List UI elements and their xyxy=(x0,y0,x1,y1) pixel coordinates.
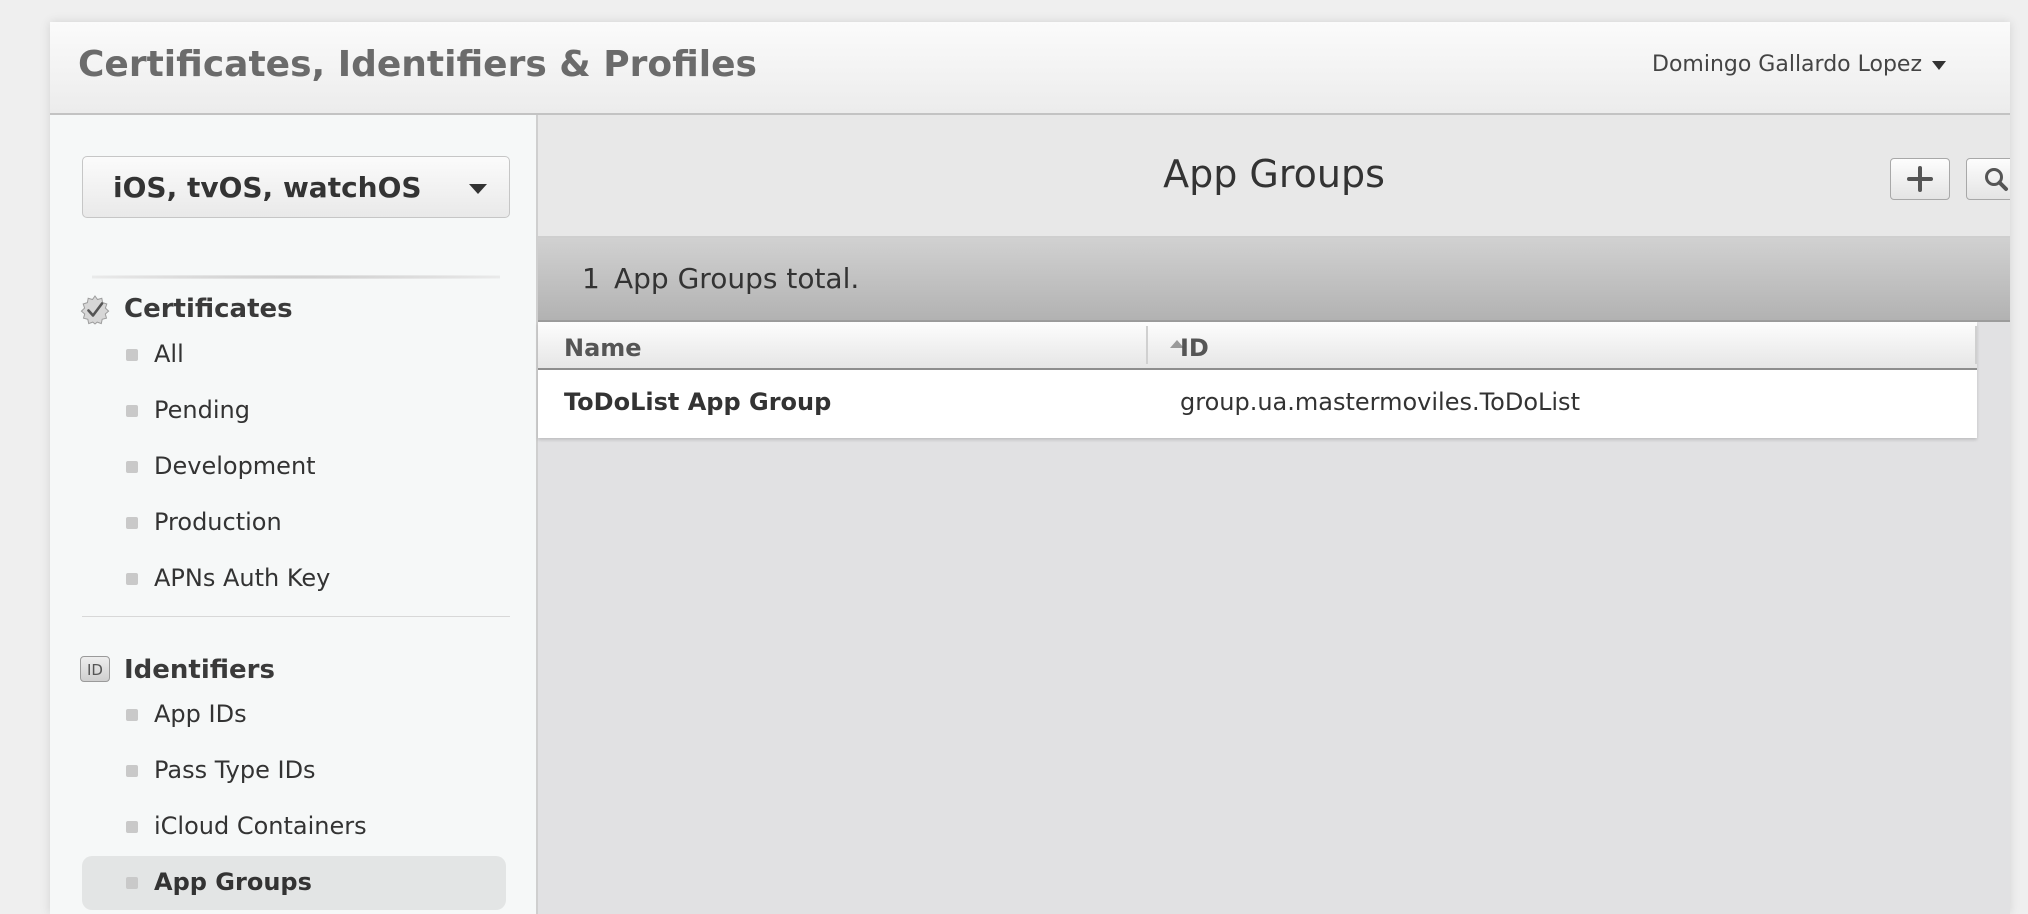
bullet-icon xyxy=(126,573,138,585)
sidebar-item-label: App IDs xyxy=(154,700,247,728)
page-title: App Groups xyxy=(1163,152,1385,196)
bullet-icon xyxy=(126,461,138,473)
bullet-icon xyxy=(126,821,138,833)
bullet-icon xyxy=(126,877,138,889)
total-bar: 1 App Groups total. xyxy=(538,238,2010,322)
total-count: 1 xyxy=(582,262,600,295)
platform-dropdown[interactable]: iOS, tvOS, watchOS xyxy=(82,156,510,218)
divider xyxy=(82,616,510,617)
bullet-icon xyxy=(126,709,138,721)
app-group-id: group.ua.mastermoviles.ToDoList xyxy=(1180,388,1580,416)
sidebar-item-apns-auth-key[interactable]: APNs Auth Key xyxy=(82,552,506,606)
sidebar-item-label: Pass Type IDs xyxy=(154,756,316,784)
bullet-icon xyxy=(126,349,138,361)
sidebar-item-label: APNs Auth Key xyxy=(154,564,331,592)
user-name: Domingo Gallardo Lopez xyxy=(1652,52,1922,77)
section-label-certificates: Certificates xyxy=(124,294,293,324)
sidebar-item-label: Production xyxy=(154,508,282,536)
caret-down-icon xyxy=(469,184,487,194)
column-separator xyxy=(1975,326,1977,364)
caret-down-icon xyxy=(1932,60,1946,70)
divider xyxy=(92,275,500,279)
main-content: App Groups 1 App Groups total. Name ID T… xyxy=(538,115,2010,914)
sidebar-item-app-ids[interactable]: App IDs xyxy=(82,688,506,742)
app-groups-table: Name ID ToDoList App Group group.ua.mast… xyxy=(538,322,1977,438)
app-group-name: ToDoList App Group xyxy=(564,388,832,416)
sidebar-item-icloud-containers[interactable]: iCloud Containers xyxy=(82,800,506,854)
section-label-identifiers: Identifiers xyxy=(124,655,275,685)
sidebar-item-all[interactable]: All xyxy=(82,328,506,382)
table-header: Name ID xyxy=(538,322,1977,370)
sidebar-item-pending[interactable]: Pending xyxy=(82,384,506,438)
sidebar-item-label: App Groups xyxy=(154,868,312,896)
total-label: App Groups total. xyxy=(614,262,860,295)
sidebar-item-label: Pending xyxy=(154,396,250,424)
main-header: App Groups xyxy=(538,115,2010,238)
sidebar: iOS, tvOS, watchOS Certificates All Pend… xyxy=(50,115,538,914)
sidebar-item-pass-type-ids[interactable]: Pass Type IDs xyxy=(82,744,506,798)
column-header-id[interactable]: ID xyxy=(1180,334,1209,362)
plus-icon xyxy=(1907,166,1933,192)
add-button[interactable] xyxy=(1890,158,1950,200)
sidebar-item-production[interactable]: Production xyxy=(82,496,506,550)
platform-label: iOS, tvOS, watchOS xyxy=(113,171,422,204)
certificate-badge-icon xyxy=(80,295,110,325)
top-bar: Certificates, Identifiers & Profiles Dom… xyxy=(50,22,2010,115)
sidebar-item-app-groups[interactable]: App Groups xyxy=(82,856,506,910)
portal-title: Certificates, Identifiers & Profiles xyxy=(78,44,757,85)
sidebar-item-label: Development xyxy=(154,452,316,480)
developer-portal-window: Certificates, Identifiers & Profiles Dom… xyxy=(50,22,2010,914)
user-menu[interactable]: Domingo Gallardo Lopez xyxy=(1652,52,1946,77)
id-badge-icon: ID xyxy=(80,656,110,682)
sidebar-item-development[interactable]: Development xyxy=(82,440,506,494)
search-icon xyxy=(1985,168,2008,191)
bullet-icon xyxy=(126,517,138,529)
sidebar-item-label: All xyxy=(154,340,184,368)
column-separator xyxy=(1146,326,1148,364)
bullet-icon xyxy=(126,405,138,417)
table-row[interactable]: ToDoList App Group group.ua.mastermovile… xyxy=(538,370,1977,438)
sidebar-item-label: iCloud Containers xyxy=(154,812,367,840)
search-button[interactable] xyxy=(1966,158,2010,200)
bullet-icon xyxy=(126,765,138,777)
column-header-name[interactable]: Name xyxy=(564,334,642,362)
